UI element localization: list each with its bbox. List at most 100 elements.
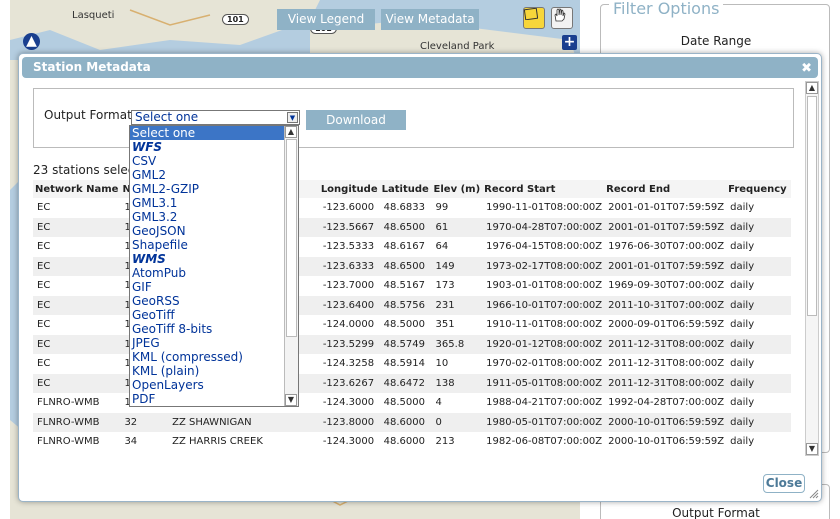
table-cell: 64 <box>431 237 483 257</box>
table-cell: 1982-06-08T07:00:00Z <box>482 432 605 452</box>
table-cell: -124.3000 <box>318 432 380 452</box>
format-options: Select one WFS CSV GML2 GML2-GZIP GML3.1 GML3.… <box>130 126 298 406</box>
scroll-up-icon[interactable]: ▲ <box>806 82 818 94</box>
table-cell: daily <box>726 334 791 354</box>
column-header[interactable]: Longitude <box>318 180 380 198</box>
table-cell: 48.5914 <box>379 354 432 374</box>
table-cell: 48.5000 <box>379 315 432 335</box>
table-cell: -123.5299 <box>318 334 380 354</box>
scroll-down-icon[interactable]: ▼ <box>806 443 818 455</box>
table-cell: 2011-12-31T08:00:00Z <box>604 354 727 374</box>
format-option[interactable]: OpenLayers <box>130 378 298 392</box>
column-header[interactable]: Record Start <box>482 180 605 198</box>
table-cell: FLNRO-WMB <box>33 393 121 413</box>
table-cell: 2011-10-31T07:00:00Z <box>604 295 727 315</box>
pan-hand-icon[interactable] <box>551 7 573 29</box>
format-option[interactable]: GeoJSON <box>130 224 298 238</box>
column-header[interactable]: Latitude <box>379 180 432 198</box>
table-cell: FLNRO-WMB <box>33 432 121 452</box>
format-option[interactable]: GML3.2 <box>130 210 298 224</box>
format-option[interactable]: GeoRSS <box>130 294 298 308</box>
scrollbar-thumb[interactable] <box>807 96 817 316</box>
table-cell: 1911-05-01T08:00:00Z <box>482 373 605 393</box>
table-cell: 2011-12-31T08:00:00Z <box>604 334 727 354</box>
table-cell: 99 <box>431 198 483 218</box>
table-cell: -123.5667 <box>318 217 380 237</box>
format-option[interactable]: GeoTiff <box>130 308 298 322</box>
date-range-label: Date Range <box>680 34 752 48</box>
format-option[interactable]: KML (compressed) <box>130 350 298 364</box>
table-cell: daily <box>726 295 791 315</box>
format-option[interactable]: WMS <box>130 252 298 266</box>
column-header[interactable]: Record End <box>604 180 727 198</box>
table-cell: EC <box>33 373 121 393</box>
format-option[interactable]: GML2 <box>130 168 298 182</box>
scrollbar-thumb[interactable] <box>286 139 297 337</box>
view-legend-button[interactable]: View Legend <box>277 9 375 30</box>
chevron-down-icon[interactable]: ▼ <box>287 112 298 123</box>
navigate-up-icon[interactable]: ▲ <box>23 33 40 50</box>
format-option[interactable]: PDF <box>130 392 298 406</box>
table-cell: daily <box>726 393 791 413</box>
table-cell: 2000-10-01T06:59:59Z <box>604 432 727 452</box>
format-option[interactable]: GML2-GZIP <box>130 182 298 196</box>
table-cell: EC <box>33 237 121 257</box>
table-cell: 2001-01-01T07:59:59Z <box>604 198 727 218</box>
scroll-up-icon[interactable]: ▲ <box>285 126 297 138</box>
dialog-titlebar[interactable]: Station Metadata ✖ <box>22 57 818 78</box>
table-cell: EC <box>33 295 121 315</box>
table-cell: 1973-02-17T08:00:00Z <box>482 256 605 276</box>
format-option[interactable]: JPEG <box>130 336 298 350</box>
table-cell: 1903-01-01T08:00:00Z <box>482 276 605 296</box>
table-cell: daily <box>726 373 791 393</box>
table-cell: -123.8000 <box>318 412 380 432</box>
format-option[interactable]: GIF <box>130 280 298 294</box>
resize-grip-icon[interactable] <box>809 489 819 499</box>
column-header[interactable]: Network Name <box>33 180 121 198</box>
output-format-label: Output Format: <box>44 108 136 122</box>
table-cell: 1966-10-01T07:00:00Z <box>482 295 605 315</box>
table-cell: 48.5167 <box>379 276 432 296</box>
table-cell: 4 <box>431 393 483 413</box>
table-cell: 0 <box>431 412 483 432</box>
format-option[interactable]: Shapefile <box>130 238 298 252</box>
output-format-select[interactable]: Select one ▼ <box>131 110 300 125</box>
table-row[interactable]: FLNRO-WMB 34 ZZ HARRIS CREEK -124.3000 48.60… <box>33 432 791 452</box>
table-cell: 2000-10-01T06:59:59Z <box>604 412 727 432</box>
dialog-scrollbar[interactable]: ▲ ▼ <box>805 81 819 456</box>
format-option[interactable]: Select one <box>130 126 298 140</box>
format-option[interactable]: CSV <box>130 154 298 168</box>
table-cell: daily <box>726 198 791 218</box>
table-cell: 1910-11-01T08:00:00Z <box>482 315 605 335</box>
table-cell: 173 <box>431 276 483 296</box>
table-cell: EC <box>33 354 121 374</box>
format-option[interactable]: KML (plain) <box>130 364 298 378</box>
highway-shield: 101 <box>222 14 249 25</box>
view-metadata-button[interactable]: View Metadata <box>381 9 479 30</box>
scroll-down-icon[interactable]: ▼ <box>285 394 297 406</box>
column-header[interactable]: Frequency <box>726 180 791 198</box>
close-button[interactable]: Close <box>763 474 805 493</box>
table-row[interactable]: FLNRO-WMB 32 ZZ SHAWNIGAN -123.8000 48.6000 0… <box>33 412 791 432</box>
table-cell: 48.6000 <box>379 432 432 452</box>
table-cell: -123.6000 <box>318 198 380 218</box>
format-option[interactable]: AtomPub <box>130 266 298 280</box>
table-cell: 231 <box>431 295 483 315</box>
table-cell: ZZ HARRIS CREEK <box>168 432 319 452</box>
output-format-dropdown-list[interactable]: Select one WFS CSV GML2 GML2-GZIP GML3.1 GML3.… <box>129 125 299 407</box>
filter-options-title: Filter Options <box>609 0 724 18</box>
format-option[interactable]: WFS <box>130 140 298 154</box>
download-button[interactable]: Download <box>306 110 406 130</box>
format-option[interactable]: GeoTiff 8-bits <box>130 322 298 336</box>
zoom-in-icon[interactable]: + <box>562 35 577 50</box>
box-select-icon[interactable] <box>523 7 545 29</box>
table-cell: 48.5749 <box>379 334 432 354</box>
dropdown-scrollbar[interactable]: ▲ ▼ <box>284 126 298 406</box>
table-cell: -123.7000 <box>318 276 380 296</box>
table-cell: daily <box>726 276 791 296</box>
column-header[interactable]: Elev (m) <box>431 180 483 198</box>
table-cell: 32 <box>120 412 169 432</box>
table-cell: 2001-01-01T07:59:59Z <box>604 256 727 276</box>
format-option[interactable]: GML3.1 <box>130 196 298 210</box>
close-icon[interactable]: ✖ <box>801 58 812 79</box>
